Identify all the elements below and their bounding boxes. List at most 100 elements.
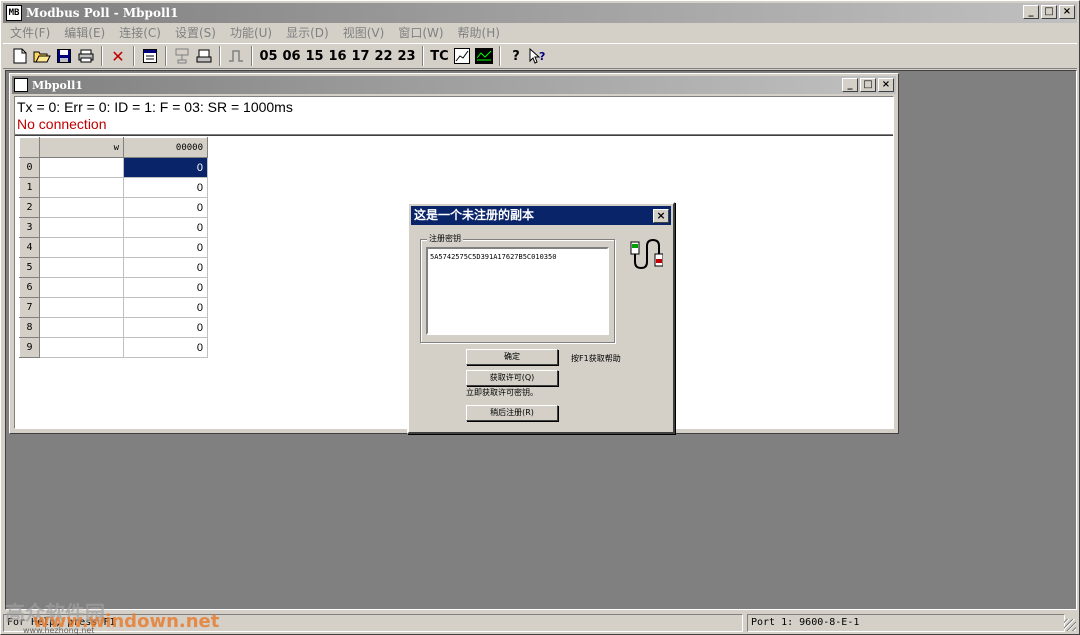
get-license-button[interactable]: 获取许可(Q)	[466, 370, 558, 386]
header-separator	[15, 134, 893, 136]
fc-17-button[interactable]: 17	[349, 45, 372, 67]
value-cell[interactable]: 0	[123, 277, 208, 298]
child-close-button[interactable]: ×	[878, 78, 894, 92]
alias-cell[interactable]	[39, 197, 124, 218]
table-row: 80	[19, 317, 208, 338]
open-folder-icon[interactable]	[31, 45, 53, 67]
menu-functions[interactable]: 功能(U)	[223, 24, 279, 41]
menu-connection[interactable]: 连接(C)	[112, 24, 168, 41]
fc-22-button[interactable]: 22	[372, 45, 395, 67]
alias-cell[interactable]	[39, 297, 124, 318]
toolbar-separator	[101, 46, 103, 66]
help-icon[interactable]: ?	[505, 45, 527, 67]
menu-display[interactable]: 显示(D)	[279, 24, 336, 41]
menu-view[interactable]: 视图(V)	[336, 24, 392, 41]
maximize-button[interactable]: □	[1041, 5, 1057, 19]
port-status-panel: Port 1: 9600-8-E-1	[747, 614, 1065, 632]
child-maximize-button[interactable]: □	[860, 78, 876, 92]
context-help-icon[interactable]: ?	[527, 45, 549, 67]
grid-corner	[19, 137, 40, 158]
resize-grip[interactable]	[1064, 619, 1076, 631]
row-header: 8	[19, 317, 40, 338]
delete-icon[interactable]: ✕	[107, 45, 129, 67]
print-icon[interactable]	[75, 45, 97, 67]
table-row: 10	[19, 177, 208, 198]
value-cell[interactable]: 0	[123, 237, 208, 258]
connection-status: No connection	[17, 116, 107, 132]
fc-15-button[interactable]: 15	[303, 45, 326, 67]
context-help-mark: ?	[539, 50, 545, 63]
modbus-poll-window: MB Modbus Poll - Mbpoll1 _ □ × 文件(F) 编辑(…	[0, 0, 1080, 635]
alias-cell[interactable]	[39, 277, 124, 298]
register-later-button[interactable]: 稍后注册(R)	[466, 405, 558, 421]
menu-file[interactable]: 文件(F)	[3, 24, 57, 41]
alias-cell[interactable]	[39, 157, 124, 178]
group-label: 注册密钥	[427, 233, 463, 244]
table-row: 20	[19, 197, 208, 218]
table-row: 30	[19, 217, 208, 238]
menu-bar: 文件(F) 编辑(E) 连接(C) 设置(S) 功能(U) 显示(D) 视图(V…	[3, 23, 1077, 42]
value-cell[interactable]: 0	[123, 157, 208, 178]
col-value-header[interactable]: 00000	[123, 137, 208, 158]
minimize-button[interactable]: _	[1023, 5, 1039, 19]
table-row: 60	[19, 277, 208, 298]
table-row: 90	[19, 337, 208, 358]
fc-16-button[interactable]: 16	[326, 45, 349, 67]
pulse-icon[interactable]	[225, 45, 247, 67]
value-cell[interactable]: 0	[123, 257, 208, 278]
alias-cell[interactable]	[39, 317, 124, 338]
row-header: 1	[19, 177, 40, 198]
table-row: 00	[19, 157, 208, 178]
table-row: 50	[19, 257, 208, 278]
close-button[interactable]: ×	[1059, 5, 1075, 19]
alias-cell[interactable]	[39, 217, 124, 238]
cable-plug-icon	[629, 236, 664, 270]
register-grid: w 00000 00 10 20 30 40 50 60 70 80 90	[19, 137, 208, 358]
alias-cell[interactable]	[39, 237, 124, 258]
toolbar-separator	[133, 46, 135, 66]
window-buttons: _ □ ×	[1023, 5, 1075, 19]
menu-edit[interactable]: 编辑(E)	[57, 24, 112, 41]
menu-setup[interactable]: 设置(S)	[168, 24, 223, 41]
value-cell[interactable]: 0	[123, 317, 208, 338]
toolbar: ✕ 05 06 15 16 17 22 23 TC ? ?	[3, 43, 1077, 69]
toolbar-separator	[165, 46, 167, 66]
new-file-icon[interactable]	[9, 45, 31, 67]
registration-key-field[interactable]: 5A5742575C5D391A17627B5C010350	[426, 247, 609, 335]
connect-icon[interactable]	[171, 45, 193, 67]
fc-05-button[interactable]: 05	[257, 45, 280, 67]
row-header: 4	[19, 237, 40, 258]
alias-cell[interactable]	[39, 177, 124, 198]
row-header: 2	[19, 197, 40, 218]
child-title-bar[interactable]: Mbpoll1 _ □ ×	[12, 76, 896, 94]
child-minimize-button[interactable]: _	[842, 78, 858, 92]
dialog-title: 这是一个未注册的副本	[414, 208, 535, 222]
fc-06-button[interactable]: 06	[280, 45, 303, 67]
alias-cell[interactable]	[39, 337, 124, 358]
disconnect-icon[interactable]	[193, 45, 215, 67]
tc-button[interactable]: TC	[428, 45, 451, 67]
value-cell[interactable]: 0	[123, 337, 208, 358]
chart-icon[interactable]	[451, 45, 473, 67]
toolbar-separator	[499, 46, 501, 66]
toolbar-separator	[422, 46, 424, 66]
ok-button[interactable]: 确定	[466, 349, 558, 365]
value-cell[interactable]: 0	[123, 177, 208, 198]
app-title-bar[interactable]: MB Modbus Poll - Mbpoll1 _ □ ×	[3, 3, 1077, 23]
menu-help[interactable]: 帮助(H)	[451, 24, 507, 41]
dialog-title-bar[interactable]: 这是一个未注册的副本 ×	[411, 206, 671, 225]
save-icon[interactable]	[53, 45, 75, 67]
menu-window[interactable]: 窗口(W)	[391, 24, 450, 41]
col-name-header[interactable]: w	[39, 137, 124, 158]
fc-23-button[interactable]: 23	[395, 45, 418, 67]
value-cell[interactable]: 0	[123, 197, 208, 218]
dialog-close-button[interactable]: ×	[653, 209, 669, 223]
window-icon[interactable]	[139, 45, 161, 67]
alias-cell[interactable]	[39, 257, 124, 278]
child-window-buttons: _ □ ×	[842, 78, 894, 92]
value-cell[interactable]: 0	[123, 297, 208, 318]
f1-help-text: 按F1获取帮助	[571, 354, 621, 363]
value-cell[interactable]: 0	[123, 217, 208, 238]
monitor-icon[interactable]	[473, 45, 495, 67]
unregistered-dialog: 这是一个未注册的副本 × 注册密钥 5A5742575C5D391A17627B…	[407, 202, 675, 434]
